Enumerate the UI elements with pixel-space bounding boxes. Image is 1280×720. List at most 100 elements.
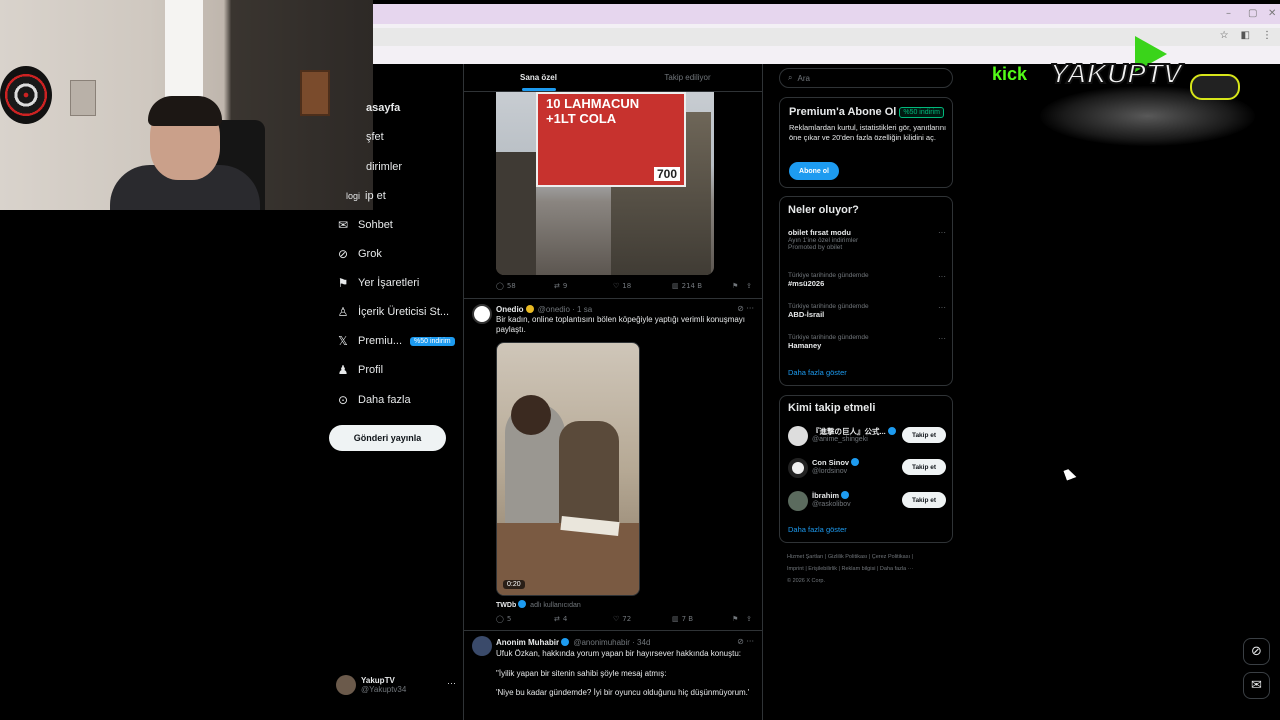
grok-icon[interactable]: ⊘ <box>737 637 744 646</box>
person-icon: ♟ <box>337 363 349 377</box>
dartboard <box>0 66 52 124</box>
nav-item-explore[interactable]: şfet <box>366 125 384 149</box>
more-icon[interactable]: ··· <box>746 637 754 646</box>
follow-button[interactable]: Takip et <box>902 427 946 443</box>
nav-item-chat[interactable]: ✉ Sohbet <box>330 213 393 237</box>
bookmark-button[interactable]: ⚑ <box>732 282 738 290</box>
follow-suggestion[interactable]: İbrahim @raskolibov Takip et <box>788 489 946 513</box>
reply-button[interactable]: ◯ 5 <box>496 615 511 623</box>
tab-following[interactable]: Takip ediliyor <box>613 64 762 91</box>
grok-icon[interactable]: ⊘ <box>737 304 744 313</box>
nav-item-profile[interactable]: ♟ Profil <box>330 358 383 382</box>
menu-dots-icon[interactable]: ⋮ <box>1262 30 1272 41</box>
nav-label: ip et <box>365 190 386 202</box>
more-icon[interactable]: ··· <box>938 228 946 237</box>
overlay-text: logi <box>346 191 361 201</box>
like-button[interactable]: ♡ 18 <box>613 282 631 290</box>
creator-studio-icon: ♙ <box>337 305 349 319</box>
nav-item-creator-studio[interactable]: ♙ İçerik Üreticisi St... <box>330 300 449 324</box>
maximize-icon[interactable]: ▢ <box>1248 8 1257 19</box>
trend-item[interactable]: Türkiye tarihinde gündemde ABD-İsrail ··… <box>788 303 946 319</box>
share-button[interactable]: ⇪ <box>746 615 752 623</box>
nav-item-more[interactable]: ⊙ Daha fazla <box>330 388 411 412</box>
trend-context: Türkiye tarihinde gündemde <box>788 272 869 279</box>
post-video[interactable]: 0:20 <box>496 342 640 596</box>
credit-name[interactable]: TWDb <box>496 602 516 609</box>
nav-item-bookmarks[interactable]: ⚑ Yer İşaretleri <box>330 271 420 295</box>
more-icon[interactable]: ··· <box>746 304 754 313</box>
footer-links[interactable]: Hizmet Şartları | Gizlilik Politikası | … <box>787 551 957 587</box>
verified-icon <box>525 305 534 313</box>
post-button[interactable]: Gönderi yayınla <box>329 425 446 451</box>
more-options-icon[interactable]: ··· <box>447 678 456 688</box>
repost-button[interactable]: ⇄ 4 <box>554 615 567 623</box>
timeline: Sana özel Takip ediliyor 10 LAHMACUN +1L… <box>463 64 763 720</box>
bookmark-icon: ⚑ <box>337 276 349 290</box>
more-icon[interactable]: ··· <box>938 303 946 312</box>
nav-item-home[interactable]: asayfa <box>366 96 400 120</box>
nav-item-grok[interactable]: ⊘ Grok <box>330 242 382 266</box>
reply-count: 5 <box>506 615 512 623</box>
share-icon: ⇪ <box>746 615 752 623</box>
avatar[interactable] <box>472 636 492 656</box>
like-count: 72 <box>622 615 632 623</box>
trend-title: ABD-İsrail <box>788 310 825 319</box>
more-icon[interactable]: ··· <box>938 272 946 281</box>
dog <box>559 421 619 531</box>
premium-card: Premium'a Abone Ol %50 indirim Reklamlard… <box>779 97 953 188</box>
follow-suggestion[interactable]: Con Sinov @lordsinov Takip et <box>788 456 946 480</box>
reply-icon: ◯ <box>496 282 504 290</box>
suggestion-name-text: İbrahim <box>812 491 840 500</box>
reply-count: 58 <box>506 282 516 290</box>
messages-float-button[interactable]: ✉ <box>1243 672 1270 699</box>
follow-suggestion[interactable]: 『進撃の巨人』公式... @anime_shingeki Takip et <box>788 424 946 448</box>
views-count: 7 B <box>681 615 694 623</box>
footer-line[interactable]: Hizmet Şartları | Gizlilik Politikası | … <box>787 551 957 563</box>
views-button[interactable]: ▥ 7 B <box>672 615 693 623</box>
tweet-tools: ⊘ ··· <box>737 637 754 646</box>
views-button[interactable]: ▥ 214 B <box>672 282 702 290</box>
show-more-link[interactable]: Daha fazla göster <box>788 368 847 377</box>
post-actions: ◯ 58 ⇄ 9 ♡ 18 ▥ 214 B ⚑ ⇪ <box>496 282 754 296</box>
subscribe-button[interactable]: Abone ol <box>789 162 839 180</box>
show-more-link[interactable]: Daha fazla göster <box>788 525 847 534</box>
reply-button[interactable]: ◯ 58 <box>496 282 516 290</box>
suggestion-name: Con Sinov <box>812 458 861 467</box>
trend-item[interactable]: Türkiye tarihinde gündemde #msü2026 ··· <box>788 272 946 288</box>
follow-button[interactable]: Takip et <box>902 459 946 475</box>
like-button[interactable]: ♡ 72 <box>613 615 631 623</box>
tab-for-you[interactable]: Sana özel <box>464 64 613 91</box>
search-input[interactable]: ⌕ Ara <box>779 68 953 88</box>
search-icon: ⌕ <box>788 73 793 82</box>
copyright: © 2026 X Corp. <box>787 578 825 584</box>
nav-item-follow[interactable]: logi ip et <box>346 184 386 208</box>
trend-item[interactable]: Türkiye tarihinde gündemde Hamaney ··· <box>788 334 946 350</box>
gamepad-icon <box>1190 74 1240 100</box>
avatar[interactable] <box>472 304 492 324</box>
post-image[interactable]: 10 LAHMACUN +1LT COLA 700 <box>496 92 714 275</box>
nav-label: Profil <box>358 364 384 376</box>
footer-line[interactable]: Imprint | Erişilebilirlik | Reklam bilgi… <box>787 563 957 575</box>
minimize-icon[interactable]: – <box>1226 8 1231 19</box>
more-icon[interactable]: ··· <box>938 334 946 343</box>
account-switcher[interactable]: YakupTV @Yakuptv34 ··· <box>336 672 456 698</box>
grok-float-button[interactable]: ⊘ <box>1243 638 1270 665</box>
follow-button[interactable]: Takip et <box>902 492 946 508</box>
bookmark-button[interactable]: ⚑ <box>732 615 738 623</box>
avatar <box>336 675 356 695</box>
wall-picture <box>300 70 330 116</box>
wall-poster <box>70 80 96 116</box>
trend-item[interactable]: obilet fırsat modu Ayın 1'ine özel indir… <box>788 228 946 251</box>
mail-icon: ✉ <box>1251 678 1262 693</box>
trends-title: Neler oluyor? <box>788 204 859 216</box>
author-name[interactable]: Onedio <box>496 305 524 314</box>
close-icon[interactable]: ✕ <box>1268 8 1276 19</box>
share-button[interactable]: ⇪ <box>746 282 752 290</box>
author-name[interactable]: Anonim Muhabir <box>496 638 559 647</box>
nav-item-premium[interactable]: 𝕏 Premiu... %50 indirim <box>330 329 455 353</box>
tree <box>496 152 536 275</box>
nav-item-notifications[interactable]: dirimler <box>366 155 402 179</box>
tweet-text: Ufuk Özkan, hakkında yorum yapan bir hay… <box>496 649 742 658</box>
browser-tab-bar: – ▢ ✕ <box>373 4 1280 24</box>
repost-button[interactable]: ⇄ 9 <box>554 282 567 290</box>
